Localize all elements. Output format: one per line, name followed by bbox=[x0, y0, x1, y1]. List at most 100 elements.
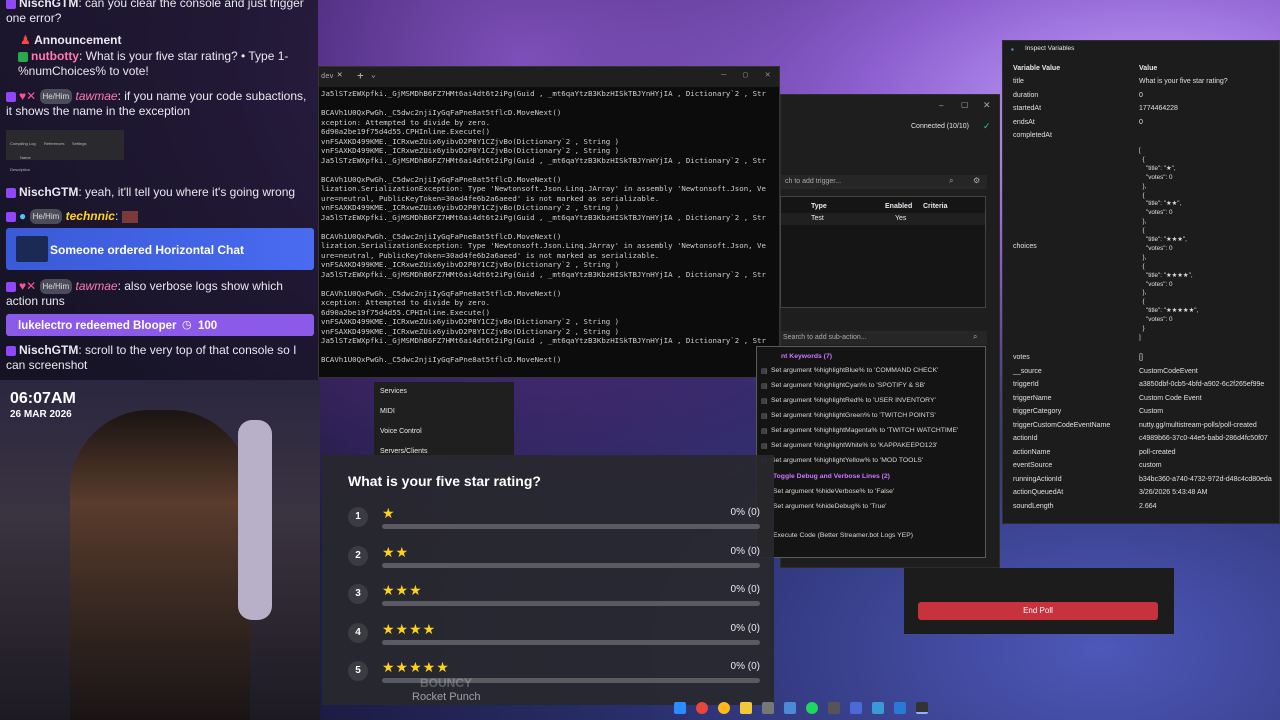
nav-item-servers-clients[interactable]: Servers/Clients bbox=[380, 448, 427, 455]
pronoun-pill: He/Him bbox=[39, 89, 73, 105]
variable-value[interactable]: Custom bbox=[1139, 408, 1163, 415]
variable-name[interactable]: startedAt bbox=[1013, 105, 1041, 112]
console-window[interactable]: dev ✕ + ⌄ – ▢ ✕ Ja5lSTzEWXpfki._GjMSMDhB… bbox=[318, 66, 780, 378]
variable-name[interactable]: actionId bbox=[1013, 435, 1038, 442]
variable-value[interactable]: a3850dbf-0cb5-4bfd-a902-6c2f265ef99e bbox=[1139, 381, 1264, 388]
folder-icon[interactable] bbox=[740, 702, 752, 714]
trigger-search-bar[interactable]: ch to add trigger... ⌕ ⚙ bbox=[781, 175, 987, 189]
subaction-item[interactable]: Set argument %highlightCyan% to 'SPOTIFY… bbox=[771, 382, 925, 389]
nav-item-midi[interactable]: MIDI bbox=[380, 408, 395, 415]
subaction-group-label[interactable]: nt Keywords (7) bbox=[781, 353, 832, 360]
minimize-icon[interactable]: – bbox=[939, 101, 943, 110]
variable-value[interactable]: custom bbox=[1139, 462, 1162, 469]
chevron-down-icon[interactable]: ⌄ bbox=[371, 70, 376, 79]
subaction-item[interactable]: Set argument %highlightBlue% to 'COMMAND… bbox=[771, 367, 938, 374]
variable-name[interactable]: eventSource bbox=[1013, 462, 1052, 469]
settings-icon[interactable] bbox=[762, 702, 774, 714]
variable-name[interactable]: actionQueuedAt bbox=[1013, 489, 1063, 496]
maximize-icon[interactable]: ▢ bbox=[743, 70, 748, 79]
chrome-icon[interactable] bbox=[696, 702, 708, 714]
variable-value[interactable]: 3/26/2026 5:43:48 AM bbox=[1139, 489, 1208, 496]
triggers-panel[interactable]: Type Enabled Criteria Test Yes bbox=[780, 196, 986, 308]
console-line: Ja5lSTzEWXpfki._GjMSMDhB6FZ7HMt6ai4dt6t2… bbox=[321, 155, 766, 165]
app-icon[interactable] bbox=[784, 702, 796, 714]
subaction-search-input[interactable]: Search to add sub-action... bbox=[783, 334, 867, 341]
variable-name[interactable]: endsAt bbox=[1013, 119, 1035, 126]
variable-name[interactable]: choices bbox=[1013, 243, 1037, 250]
app-icon[interactable] bbox=[850, 702, 862, 714]
banner-text: Someone ordered Horizontal Chat bbox=[50, 243, 245, 257]
subaction-item[interactable]: Set argument %hideDebug% to 'True' bbox=[773, 503, 886, 510]
variable-name[interactable]: title bbox=[1013, 78, 1024, 85]
variable-value[interactable]: What is your five star rating? bbox=[1139, 78, 1228, 85]
maximize-icon[interactable]: ▢ bbox=[961, 100, 969, 109]
variable-name[interactable]: triggerCustomCodeEventName bbox=[1013, 422, 1110, 429]
subaction-item[interactable]: Set argument %highlightWhite% to 'KAPPAK… bbox=[771, 442, 937, 449]
variable-name[interactable]: soundLength bbox=[1013, 503, 1053, 510]
nav-item-voice-control[interactable]: Voice Control bbox=[380, 428, 422, 435]
variable-name[interactable]: triggerId bbox=[1013, 381, 1039, 388]
variable-name[interactable]: votes bbox=[1013, 354, 1030, 361]
variable-value[interactable]: 0 bbox=[1139, 92, 1143, 99]
taskbar bbox=[660, 698, 940, 720]
console-tab-label[interactable]: dev bbox=[321, 72, 334, 80]
subactions-panel[interactable]: nt Keywords (7) ▤ Set argument %highlight… bbox=[756, 346, 986, 558]
variable-value[interactable]: b34bc360-a740-4732-972d-d48c4cd80eda bbox=[1139, 476, 1272, 483]
subaction-item[interactable]: Execute Code (Better Streamer.bot Logs Y… bbox=[773, 532, 913, 539]
subaction-item[interactable]: Set argument %highlightGreen% to 'TWITCH… bbox=[771, 412, 936, 419]
subaction-icon: ▤ bbox=[761, 383, 768, 390]
col-variable[interactable]: Variable Value bbox=[1013, 65, 1060, 72]
subaction-group-label[interactable]: Toggle Debug and Verbose Lines (2) bbox=[773, 473, 890, 480]
end-poll-button[interactable]: End Poll bbox=[918, 602, 1158, 620]
vscode-icon[interactable] bbox=[894, 702, 906, 714]
close-icon[interactable]: ✕ bbox=[983, 100, 991, 111]
variable-name[interactable]: actionName bbox=[1013, 449, 1050, 456]
variable-value[interactable]: 2.664 bbox=[1139, 503, 1157, 510]
variable-name[interactable]: duration bbox=[1013, 92, 1038, 99]
col-criteria[interactable]: Criteria bbox=[923, 203, 948, 210]
terminal-icon[interactable] bbox=[916, 702, 928, 714]
variable-value[interactable]: c4989b66-37c0-44e5-babd-286d4fc50f07 bbox=[1139, 435, 1268, 442]
variable-value[interactable]: nutty.gg/multistream-polls/poll-created bbox=[1139, 422, 1257, 429]
console-line: ure=neutral, PublicKeyToken=30ad4fe6b2a6… bbox=[321, 193, 660, 203]
search-icon[interactable]: ⌕ bbox=[949, 176, 953, 186]
subaction-search-bar[interactable]: Search to add sub-action... ⌕ bbox=[781, 331, 987, 345]
variable-name[interactable]: completedAt bbox=[1013, 132, 1052, 139]
choices-json-line: "votes": 0 bbox=[1139, 173, 1173, 181]
console-output[interactable]: Ja5lSTzEWXpfki._GjMSMDhB6FZ7HMt6ai4dt6t2… bbox=[319, 89, 779, 377]
variable-name[interactable]: runningActionId bbox=[1013, 476, 1062, 483]
variable-name[interactable]: triggerCategory bbox=[1013, 408, 1061, 415]
subaction-item[interactable]: Set argument %highlightYellow% to 'MOD T… bbox=[771, 457, 923, 464]
subaction-item[interactable]: Set argument %highlightRed% to 'USER INV… bbox=[771, 397, 936, 404]
variable-value[interactable]: 1774464228 bbox=[1139, 105, 1178, 112]
variable-name[interactable]: __source bbox=[1013, 368, 1042, 375]
app-icon[interactable] bbox=[872, 702, 884, 714]
spotify-icon[interactable] bbox=[806, 702, 818, 714]
game-subtitle: Rocket Punch bbox=[412, 691, 481, 703]
nav-item-services[interactable]: Services bbox=[380, 388, 407, 395]
minimize-icon[interactable]: – bbox=[721, 70, 726, 80]
app-icon[interactable] bbox=[828, 702, 840, 714]
start-menu-icon[interactable] bbox=[674, 702, 686, 714]
mod-badge-icon bbox=[6, 345, 16, 356]
variable-value[interactable]: [] bbox=[1139, 354, 1143, 361]
close-icon[interactable]: ✕ bbox=[765, 70, 770, 80]
variable-name[interactable]: triggerName bbox=[1013, 395, 1052, 402]
variable-value[interactable]: 0 bbox=[1139, 119, 1143, 126]
variable-value[interactable]: poll-created bbox=[1139, 449, 1176, 456]
col-enabled[interactable]: Enabled bbox=[885, 203, 912, 210]
new-tab-icon[interactable]: + bbox=[357, 69, 364, 82]
subaction-item[interactable]: Set argument %hideVerbose% to 'False' bbox=[773, 488, 894, 495]
variable-value[interactable]: CustomCodeEvent bbox=[1139, 368, 1198, 375]
settings-icon[interactable]: ⚙ bbox=[973, 176, 980, 185]
table-row[interactable]: Test Yes bbox=[781, 213, 985, 225]
browser-icon[interactable] bbox=[718, 702, 730, 714]
col-value[interactable]: Value bbox=[1139, 65, 1157, 72]
trigger-search-input[interactable]: ch to add trigger... bbox=[785, 178, 841, 185]
search-icon[interactable]: ⌕ bbox=[973, 332, 977, 342]
close-tab-icon[interactable]: ✕ bbox=[337, 70, 342, 80]
subaction-item[interactable]: Set argument %highlightMagenta% to 'TWIT… bbox=[771, 427, 958, 434]
inspect-variables-window[interactable]: ▪ Inspect Variables Variable Value Value… bbox=[1002, 40, 1280, 524]
col-type[interactable]: Type bbox=[811, 203, 827, 210]
variable-value[interactable]: Custom Code Event bbox=[1139, 395, 1202, 402]
